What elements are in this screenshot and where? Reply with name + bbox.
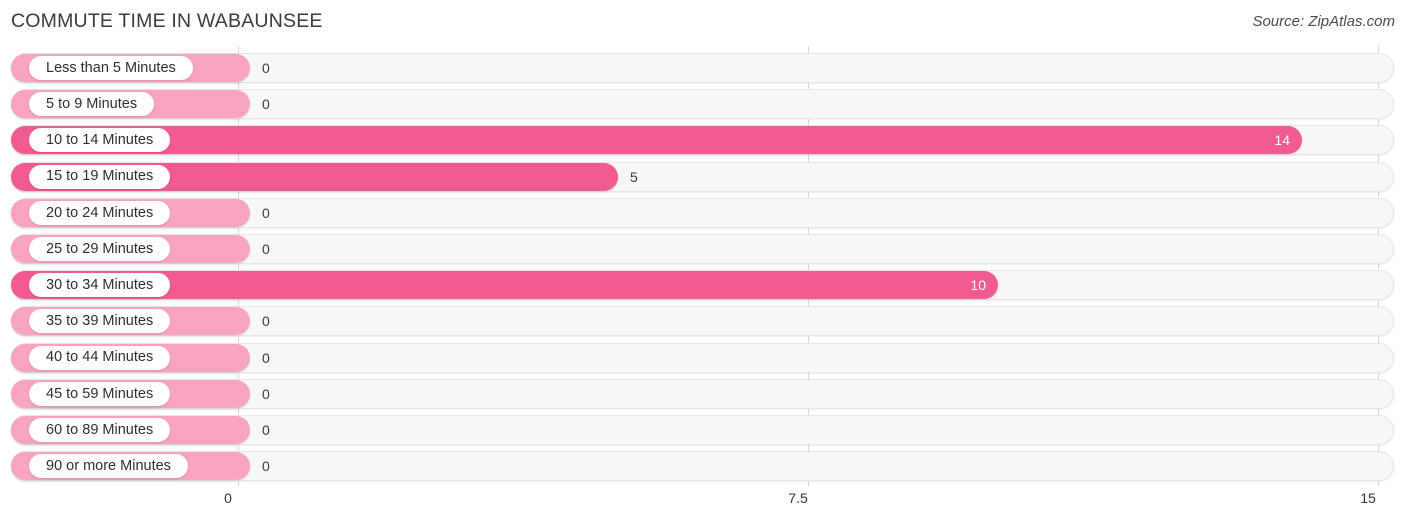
category-label: 45 to 59 Minutes	[46, 385, 154, 402]
bar-row[interactable]: 35 to 39 Minutes 0	[11, 306, 1394, 337]
category-label-pill: 35 to 39 Minutes	[29, 309, 171, 334]
category-label: 5 to 9 Minutes	[46, 95, 138, 112]
value-label: 0	[262, 385, 270, 402]
value-label: 0	[262, 313, 270, 330]
bar-row[interactable]: 15 to 19 Minutes 5	[11, 161, 1394, 192]
value-label: 0	[262, 60, 270, 76]
bar-row[interactable]: 10 to 14 Minutes 14	[11, 125, 1394, 156]
category-label: 90 or more Minutes	[46, 457, 171, 474]
value-label: 10	[970, 277, 986, 294]
plot-area: Less than 5 Minutes 0 5 to 9 Minutes 0 10 to…	[0, 46, 1406, 486]
category-label-pill: 60 to 89 Minutes	[29, 418, 171, 442]
value-label: 0	[262, 204, 270, 221]
category-label: 15 to 19 Minutes	[46, 168, 154, 185]
category-label-pill: 30 to 34 Minutes	[29, 273, 171, 298]
category-label: 25 to 29 Minutes	[46, 240, 154, 257]
category-label: 20 to 24 Minutes	[46, 204, 154, 221]
category-label-pill: 20 to 24 Minutes	[29, 200, 171, 225]
bar-row[interactable]: 40 to 44 Minutes 0	[11, 342, 1394, 373]
category-label: 10 to 14 Minutes	[46, 132, 154, 149]
category-label: 30 to 34 Minutes	[46, 276, 154, 293]
category-label-pill: 10 to 14 Minutes	[29, 128, 171, 153]
category-label-pill: 25 to 29 Minutes	[29, 237, 171, 261]
bar-row[interactable]: 30 to 34 Minutes 10	[11, 270, 1394, 301]
bar-row[interactable]: 25 to 29 Minutes 0	[11, 234, 1394, 264]
bar-row[interactable]: Less than 5 Minutes 0	[11, 53, 1394, 83]
value-label: 14	[1274, 132, 1290, 149]
category-label-pill: 15 to 19 Minutes	[29, 164, 171, 189]
bar-row[interactable]: 5 to 9 Minutes 0	[11, 89, 1394, 120]
value-label: 0	[262, 458, 270, 475]
category-label: 35 to 39 Minutes	[46, 313, 154, 330]
category-label: Less than 5 Minutes	[46, 59, 176, 76]
value-label: 5	[630, 168, 638, 185]
bar-row[interactable]: 60 to 89 Minutes 0	[11, 415, 1394, 445]
x-tick-label: 0	[224, 490, 232, 506]
source-attribution: Source: ZipAtlas.com	[1252, 13, 1395, 30]
x-tick-label: 15	[1360, 490, 1376, 506]
bar-row[interactable]: 90 or more Minutes 0	[11, 451, 1394, 482]
value-label: 0	[262, 349, 270, 366]
category-label-pill: 90 or more Minutes	[29, 454, 188, 479]
page-title: COMMUTE TIME IN WABAUNSEE	[11, 10, 323, 32]
category-label-pill: 45 to 59 Minutes	[29, 381, 171, 406]
x-axis: 0 7.5 15	[0, 486, 1406, 523]
category-label: 40 to 44 Minutes	[46, 349, 154, 366]
bar-row[interactable]: 45 to 59 Minutes 0	[11, 378, 1394, 409]
value-label: 0	[262, 422, 270, 438]
value-label: 0	[262, 96, 270, 113]
category-label-pill: Less than 5 Minutes	[29, 56, 193, 80]
chart-header: COMMUTE TIME IN WABAUNSEE Source: ZipAtl…	[0, 0, 1406, 46]
bar-row[interactable]: 20 to 24 Minutes 0	[11, 197, 1394, 228]
bar-rows: Less than 5 Minutes 0 5 to 9 Minutes 0 10 to…	[0, 46, 1406, 486]
category-label: 60 to 89 Minutes	[46, 421, 154, 438]
category-label-pill: 40 to 44 Minutes	[29, 345, 171, 370]
value-label: 0	[262, 241, 270, 257]
category-label-pill: 5 to 9 Minutes	[29, 92, 155, 117]
value-bar[interactable]	[11, 126, 1302, 155]
x-tick-label: 7.5	[788, 490, 808, 506]
commute-time-chart: COMMUTE TIME IN WABAUNSEE Source: ZipAtl…	[0, 0, 1406, 523]
